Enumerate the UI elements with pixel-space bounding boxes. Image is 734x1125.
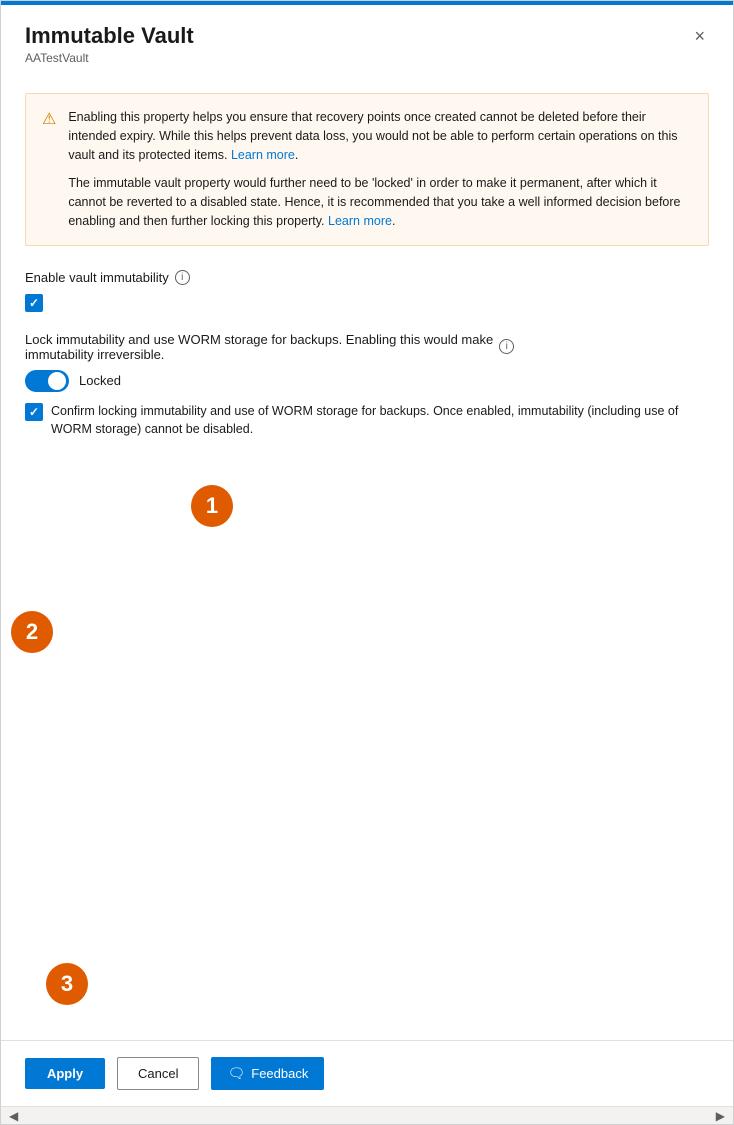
lock-info-icon[interactable]: i <box>499 339 514 354</box>
apply-button[interactable]: Apply <box>25 1058 105 1089</box>
cancel-button[interactable]: Cancel <box>117 1057 199 1090</box>
close-button[interactable]: × <box>690 23 709 49</box>
confirm-checkbox[interactable]: ✓ Confirm locking immutability and use o… <box>25 402 709 440</box>
checkmark-icon: ✓ <box>29 296 39 310</box>
panel-content: ⚠ Enabling this property helps you ensur… <box>1 77 733 1040</box>
scroll-right-arrow[interactable]: ▶ <box>716 1109 725 1123</box>
header-text: Immutable Vault AATestVault <box>25 23 194 65</box>
immutability-checkbox-box: ✓ <box>25 294 43 312</box>
immutable-vault-panel: Immutable Vault AATestVault × ⚠ Enabling… <box>0 0 734 1125</box>
panel-subtitle: AATestVault <box>25 51 194 65</box>
immutability-section: Enable vault immutability i ✓ <box>25 270 709 312</box>
confirm-checkmark-icon: ✓ <box>29 405 39 419</box>
lock-toggle[interactable] <box>25 370 69 392</box>
immutability-checkbox[interactable]: ✓ <box>25 293 709 312</box>
panel-header: Immutable Vault AATestVault × <box>1 5 733 77</box>
warning-icon: ⚠ <box>42 109 56 231</box>
warning-text: Enabling this property helps you ensure … <box>68 108 692 231</box>
confirm-text: Confirm locking immutability and use of … <box>51 402 709 440</box>
feedback-icon: 🗨 <box>227 1065 245 1082</box>
lock-section: Lock immutability and use WORM storage f… <box>25 332 709 440</box>
warning-box: ⚠ Enabling this property helps you ensur… <box>25 93 709 246</box>
feedback-label: Feedback <box>251 1066 308 1081</box>
lock-toggle-row: Locked <box>25 370 709 392</box>
warning-paragraph-1: Enabling this property helps you ensure … <box>68 108 692 164</box>
bottom-scrollbar: ◀ ▶ <box>1 1106 733 1124</box>
panel-footer: Apply Cancel 🗨 Feedback <box>1 1040 733 1106</box>
step-badge-1: 1 <box>191 485 233 527</box>
learn-more-link-2[interactable]: Learn more <box>328 214 392 228</box>
feedback-button[interactable]: 🗨 Feedback <box>211 1057 324 1090</box>
learn-more-link-1[interactable]: Learn more <box>231 148 295 162</box>
confirm-checkbox-box: ✓ <box>25 403 43 421</box>
immutability-label: Enable vault immutability i <box>25 270 709 285</box>
warning-paragraph-2: The immutable vault property would furth… <box>68 174 692 230</box>
panel-title: Immutable Vault <box>25 23 194 49</box>
toggle-knob <box>48 372 66 390</box>
immutability-info-icon[interactable]: i <box>175 270 190 285</box>
step-badge-3: 3 <box>46 963 88 1005</box>
step-badge-2: 2 <box>11 611 53 653</box>
lock-toggle-label: Locked <box>79 373 121 388</box>
scroll-left-arrow[interactable]: ◀ <box>9 1109 18 1123</box>
lock-label: Lock immutability and use WORM storage f… <box>25 332 709 362</box>
